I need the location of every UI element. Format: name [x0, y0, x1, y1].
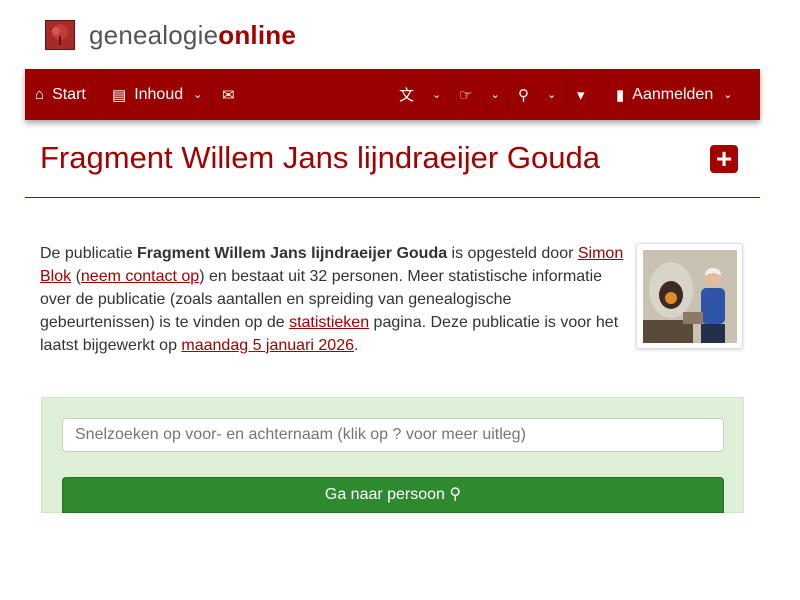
translate-icon: 文: [399, 87, 415, 104]
chevron-down-icon: ⌄: [723, 89, 733, 101]
search-icon: ⚲: [449, 486, 462, 503]
go-to-person-button[interactable]: Ga naar persoon ⚲: [62, 477, 724, 513]
publication-description: De publicatie Fragment Willem Jans lijnd…: [40, 245, 624, 354]
lock-icon: ▮: [616, 86, 625, 104]
chevron-down-icon: ⌄: [547, 89, 557, 101]
tree-icon: [45, 20, 75, 50]
page-title: Fragment Willem Jans lijndraeijer Gouda: [40, 140, 600, 175]
publication-name: Fragment Willem Jans lijndraeijer Gouda: [136, 245, 448, 262]
hand-point-right-icon: ☞: [459, 86, 473, 104]
brand-name: genealogieonline: [89, 19, 296, 50]
chevron-down-icon: ⌄: [193, 89, 203, 101]
nav-start-label: Start: [52, 85, 86, 103]
nav-login-label: Aanmelden: [632, 85, 714, 103]
statistics-link[interactable]: statistieken: [289, 314, 369, 331]
book-icon: ▤: [112, 86, 127, 104]
chevron-down-icon: ⌄: [432, 89, 442, 101]
main-navbar: ⌂ Start ▤ Inhoud ⌄ ✉ 文 ⌄ ☞ ⌄ ⚲ ⌄ ▾ ▮ Aan…: [25, 69, 760, 120]
site-logo[interactable]: genealogieonline: [45, 20, 296, 50]
nav-spacer: [252, 69, 389, 120]
nav-chat[interactable]: ✉: [212, 69, 252, 120]
cart-icon: ▾: [577, 86, 585, 104]
nav-share[interactable]: ☞ ⌄: [449, 69, 508, 120]
search-icon: ⚲: [518, 86, 529, 104]
home-icon: ⌂: [35, 86, 45, 103]
last-updated-link[interactable]: maandag 5 januari 2026: [181, 337, 354, 354]
nav-start[interactable]: ⌂ Start: [25, 69, 102, 120]
divider: [25, 197, 760, 198]
nav-login[interactable]: ▮ Aanmelden ⌄: [606, 69, 760, 120]
nav-search[interactable]: ⚲ ⌄: [508, 69, 567, 120]
comments-icon: ✉: [222, 86, 235, 104]
nav-inhoud[interactable]: ▤ Inhoud ⌄: [102, 69, 212, 120]
quick-search-panel: Ga naar persoon ⚲: [41, 397, 744, 513]
search-input[interactable]: [62, 418, 724, 452]
plus-square-icon[interactable]: +: [710, 145, 738, 173]
publication-thumbnail[interactable]: [636, 243, 743, 349]
chevron-down-icon: ⌄: [490, 89, 500, 101]
publication-photo: [643, 250, 737, 343]
nav-language[interactable]: 文 ⌄: [389, 69, 449, 120]
nav-inhoud-label: Inhoud: [134, 85, 184, 103]
go-to-person-label: Ga naar persoon: [324, 486, 445, 503]
contact-link[interactable]: neem contact op: [81, 268, 199, 285]
nav-cart[interactable]: ▾: [567, 69, 606, 120]
